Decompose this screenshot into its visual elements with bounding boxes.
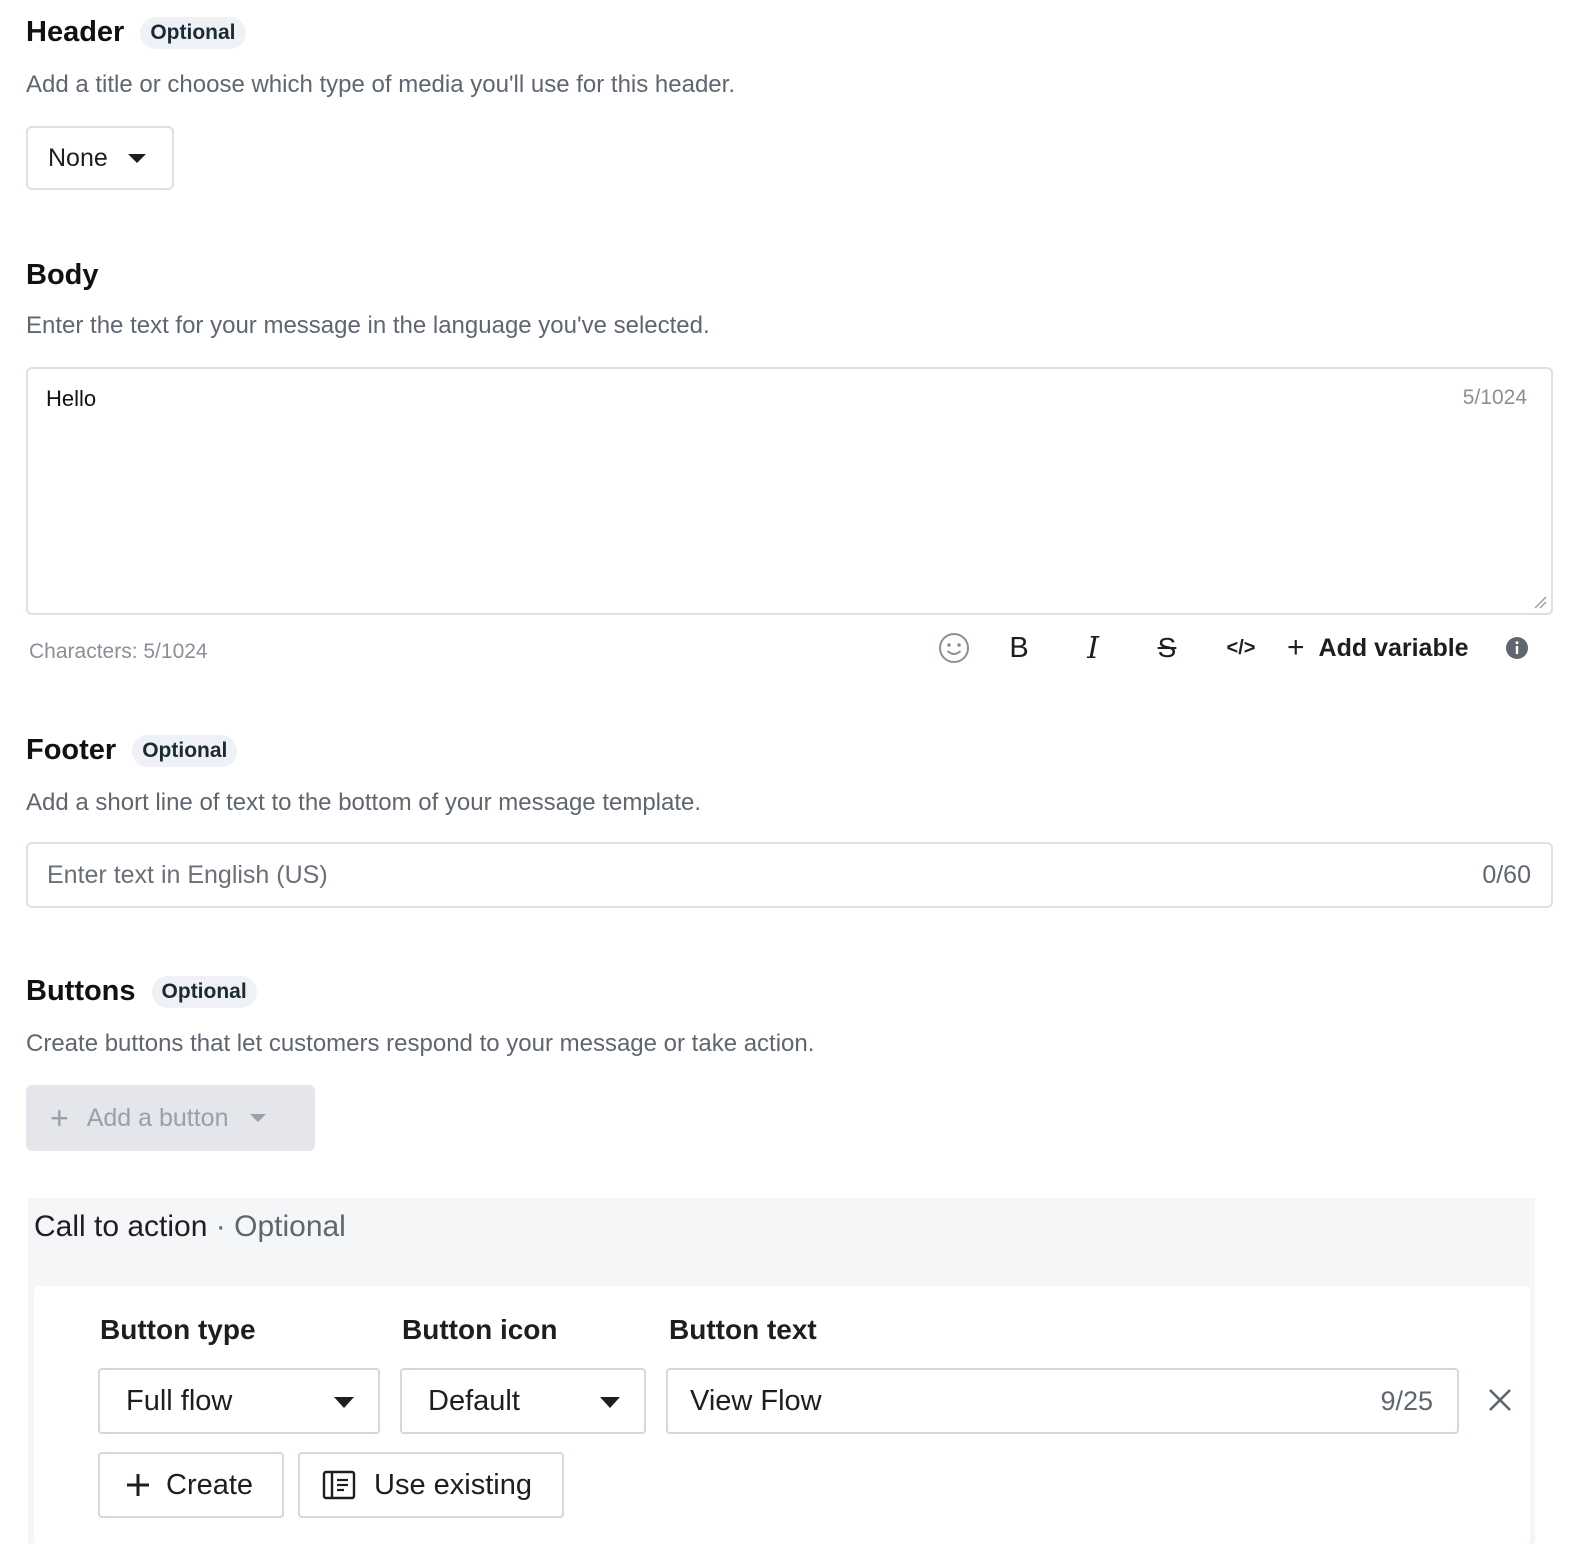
- body-description: Enter the text for your message in the l…: [26, 312, 710, 339]
- document-list-icon: [322, 1470, 356, 1500]
- header-media-value: None: [48, 143, 108, 172]
- body-section-title: Body: [26, 259, 99, 292]
- create-label: Create: [166, 1468, 254, 1501]
- header-section-title: Header Optional: [26, 16, 246, 49]
- button-icon-value: Default: [428, 1384, 520, 1417]
- add-variable-label: Add variable: [1318, 633, 1469, 662]
- header-media-dropdown[interactable]: None: [26, 126, 174, 190]
- use-existing-label: Use existing: [374, 1468, 532, 1501]
- call-to-action-title: Call to action: [34, 1210, 208, 1243]
- button-text-value: View Flow: [690, 1385, 822, 1417]
- add-variable-button[interactable]: + Add variable: [1287, 626, 1469, 670]
- button-text-counter: 9/25: [1380, 1386, 1433, 1416]
- info-button[interactable]: [1505, 626, 1529, 670]
- button-type-label: Button type: [100, 1314, 256, 1345]
- chevron-down-icon: [600, 1397, 620, 1408]
- close-icon[interactable]: [1482, 1382, 1518, 1418]
- button-type-select[interactable]: Full flow: [98, 1368, 380, 1434]
- smiley-icon: [939, 633, 969, 663]
- formatting-toolbar: B I S </> + Add variable: [935, 626, 1529, 670]
- code-button[interactable]: </>: [1221, 626, 1261, 670]
- button-text-input[interactable]: View Flow 9/25: [666, 1368, 1459, 1434]
- plus-icon: [127, 1474, 149, 1496]
- buttons-optional-badge: Optional: [151, 975, 257, 1008]
- plus-icon: +: [50, 1099, 69, 1136]
- button-icon-label: Button icon: [402, 1314, 558, 1345]
- characters-count: Characters: 5/1024: [29, 640, 208, 663]
- italic-button[interactable]: I: [1073, 626, 1113, 670]
- footer-placeholder: Enter text in English (US): [47, 861, 328, 889]
- body-text-value: Hello: [46, 386, 97, 411]
- use-existing-flow-button[interactable]: Use existing: [298, 1452, 564, 1518]
- resize-handle-icon[interactable]: [1533, 595, 1547, 609]
- call-to-action-panel: Call to action · Optional Button type Bu…: [28, 1198, 1535, 1544]
- body-char-counter: 5/1024: [1462, 386, 1527, 409]
- header-title: Header: [26, 16, 125, 48]
- bold-button[interactable]: B: [999, 626, 1039, 670]
- add-a-button-dropdown[interactable]: + Add a button: [26, 1085, 315, 1151]
- footer-char-counter: 0/60: [1482, 861, 1531, 889]
- button-text-label: Button text: [669, 1314, 817, 1345]
- footer-input[interactable]: Enter text in English (US) 0/60: [26, 842, 1553, 908]
- call-to-action-heading: Call to action · Optional: [34, 1210, 346, 1244]
- emoji-button[interactable]: [935, 626, 973, 670]
- footer-description: Add a short line of text to the bottom o…: [26, 789, 702, 816]
- chevron-down-icon: [334, 1397, 354, 1408]
- call-to-action-optional: Optional: [234, 1210, 346, 1243]
- call-to-action-card: Button type Button icon Button text Full…: [34, 1286, 1530, 1544]
- footer-optional-badge: Optional: [132, 734, 238, 767]
- plus-icon: +: [1287, 631, 1305, 664]
- buttons-description: Create buttons that let customers respon…: [26, 1030, 815, 1057]
- chevron-down-icon: [250, 1114, 267, 1122]
- call-to-action-separator: ·: [207, 1210, 235, 1243]
- body-textarea[interactable]: Hello 5/1024: [26, 367, 1553, 615]
- buttons-title: Buttons: [26, 975, 136, 1007]
- body-title: Body: [26, 259, 99, 291]
- buttons-section-title: Buttons Optional: [26, 975, 257, 1008]
- footer-title: Footer: [26, 734, 117, 766]
- add-a-button-label: Add a button: [86, 1103, 229, 1132]
- header-optional-badge: Optional: [140, 16, 246, 49]
- header-description: Add a title or choose which type of medi…: [26, 71, 735, 98]
- info-icon: [1505, 637, 1528, 659]
- chevron-down-icon: [127, 153, 146, 163]
- button-type-value: Full flow: [126, 1384, 233, 1417]
- button-icon-select[interactable]: Default: [400, 1368, 646, 1434]
- strikethrough-button[interactable]: S: [1147, 626, 1187, 670]
- create-flow-button[interactable]: Create: [98, 1452, 284, 1518]
- footer-section-title: Footer Optional: [26, 734, 238, 767]
